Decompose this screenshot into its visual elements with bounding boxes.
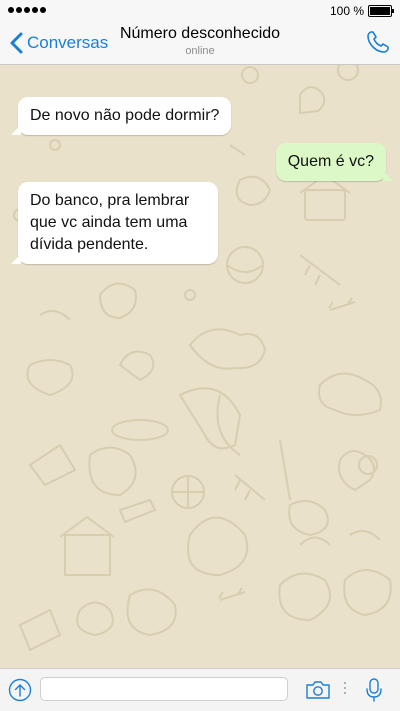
message-bubble-incoming[interactable]: Do banco, pra lembrar que vc ainda tem u… — [11, 182, 218, 264]
contact-name: Número desconhecido — [119, 25, 281, 42]
message-input-bar — [0, 668, 400, 711]
camera-icon[interactable] — [305, 680, 331, 700]
signal-strength-icon — [8, 7, 46, 13]
message-input[interactable] — [40, 677, 288, 701]
microphone-icon[interactable] — [364, 677, 384, 703]
attach-arrow-icon[interactable] — [8, 678, 32, 702]
battery-icon — [368, 5, 394, 17]
message-bubble-incoming[interactable]: De novo não pode dormir? — [10, 97, 232, 135]
status-bar: 100 % — [0, 0, 400, 22]
contact-status: online — [185, 45, 215, 57]
contact-info[interactable]: Número desconhecido online — [0, 24, 400, 58]
phone-call-icon[interactable] — [364, 28, 392, 56]
chat-area[interactable]: De novo não pode dormir? Quem é vc? Do b… — [0, 65, 400, 668]
chat-header: Conversas Número desconhecido online — [0, 22, 400, 65]
divider-dots — [343, 682, 347, 698]
message-bubble-outgoing[interactable]: Quem é vc? — [275, 143, 394, 181]
battery-percentage: 100 % — [329, 4, 364, 18]
